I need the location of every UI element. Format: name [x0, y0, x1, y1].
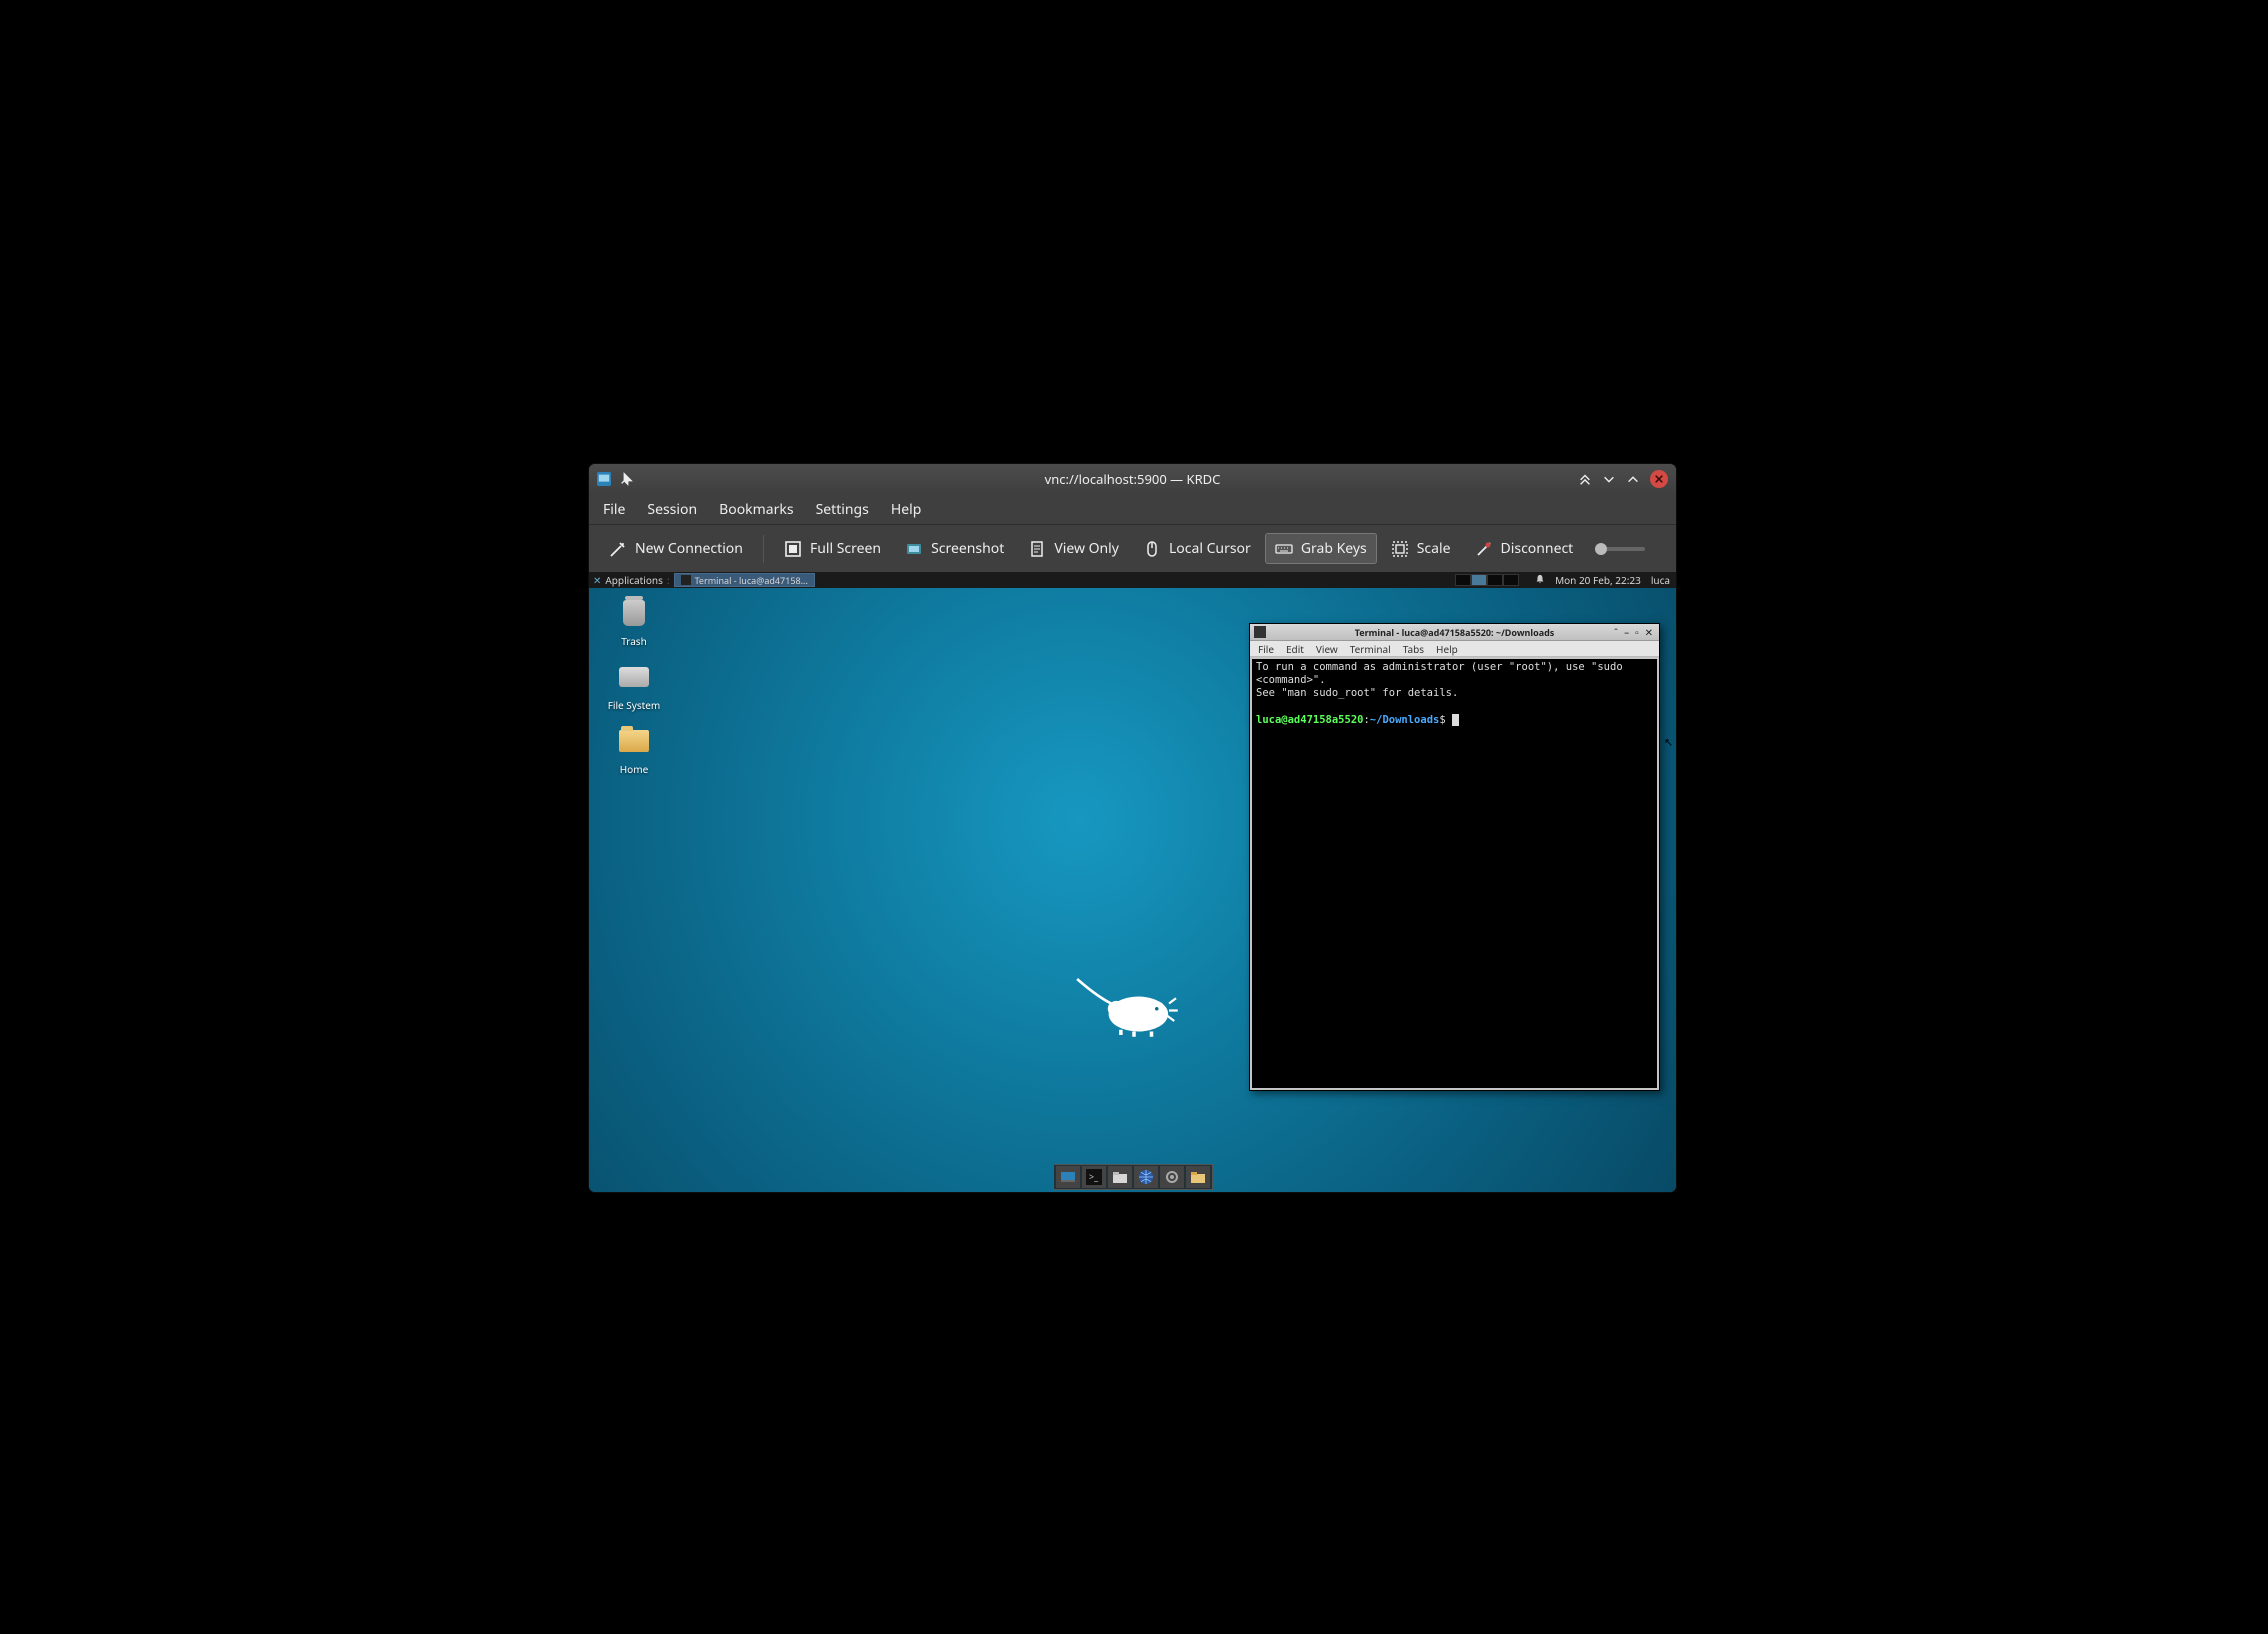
workspace-4[interactable]	[1503, 574, 1519, 586]
term-menu-help[interactable]: Help	[1436, 642, 1458, 656]
pin-icon[interactable]	[619, 472, 633, 486]
term-menu-terminal[interactable]: Terminal	[1350, 642, 1391, 656]
screenshot-icon	[905, 540, 923, 558]
xfce-logo-icon[interactable]: ✕	[593, 573, 601, 587]
icon-label: Trash	[599, 634, 669, 648]
chevron-double-up-icon[interactable]	[1578, 472, 1592, 486]
menu-help[interactable]: Help	[891, 500, 922, 519]
icon-label: File System	[599, 698, 669, 712]
desktop-icon-filesystem[interactable]: File System	[599, 660, 669, 712]
motd-line1: To run a command as administrator (user …	[1256, 661, 1629, 686]
terminal-window[interactable]: Terminal - luca@ad47158a5520: ~/Download…	[1249, 623, 1660, 1091]
btn-label: Local Cursor	[1169, 539, 1251, 558]
term-minimize-icon[interactable]: –	[1624, 625, 1629, 639]
prompt-user: luca@ad47158a5520	[1256, 714, 1363, 726]
panel-separator: :	[667, 573, 670, 587]
krdc-menubar: File Session Bookmarks Settings Help	[589, 494, 1676, 524]
fullscreen-icon	[784, 540, 802, 558]
notification-icon[interactable]	[1535, 573, 1545, 587]
dock-folder[interactable]	[1186, 1166, 1210, 1188]
folder-icon	[619, 730, 649, 752]
workspace-switcher[interactable]	[1455, 574, 1519, 586]
dock-settings[interactable]	[1160, 1166, 1184, 1188]
dock-terminal[interactable]: >_	[1082, 1166, 1106, 1188]
wand-icon	[609, 540, 627, 558]
full-screen-button[interactable]: Full Screen	[774, 533, 891, 564]
terminal-body[interactable]: To run a command as administrator (user …	[1252, 659, 1657, 1088]
dock-show-desktop[interactable]	[1056, 1166, 1080, 1188]
local-cursor-button[interactable]: Local Cursor	[1133, 533, 1261, 564]
terminal-cursor	[1452, 714, 1459, 726]
workspace-2[interactable]	[1471, 574, 1487, 586]
menu-bookmarks[interactable]: Bookmarks	[719, 500, 793, 519]
term-maximize-icon[interactable]: ▫	[1635, 625, 1639, 639]
workspace-1[interactable]	[1455, 574, 1471, 586]
separator	[763, 535, 764, 563]
btn-label: Scale	[1417, 539, 1451, 558]
window-title: vnc://localhost:5900 — KRDC	[589, 470, 1676, 488]
trash-icon	[623, 600, 645, 626]
desktop-icon-trash[interactable]: Trash	[599, 596, 669, 648]
terminal-titlebar[interactable]: Terminal - luca@ad47158a5520: ~/Download…	[1250, 624, 1659, 641]
scale-icon	[1391, 540, 1409, 558]
xfce-mouse-logo	[1069, 972, 1199, 1042]
xfce-dock[interactable]: >_	[1053, 1164, 1213, 1190]
term-close-icon[interactable]: ✕	[1645, 625, 1653, 639]
zoom-slider[interactable]	[1595, 547, 1645, 551]
scale-button[interactable]: Scale	[1381, 533, 1461, 564]
icon-label: Home	[599, 762, 669, 776]
terminal-task-icon	[681, 575, 691, 585]
krdc-toolbar: New Connection Full Screen Screenshot Vi…	[589, 524, 1676, 572]
svg-text:>_: >_	[1089, 1170, 1099, 1183]
document-icon	[1028, 540, 1046, 558]
clock[interactable]: Mon 20 Feb, 22:23	[1555, 573, 1641, 587]
motd-line2: See "man sudo_root" for details.	[1256, 687, 1458, 699]
screenshot-button[interactable]: Screenshot	[895, 533, 1014, 564]
krdc-titlebar[interactable]: vnc://localhost:5900 — KRDC	[589, 464, 1676, 494]
btn-label: Grab Keys	[1301, 539, 1367, 558]
btn-label: Screenshot	[931, 539, 1004, 558]
menu-settings[interactable]: Settings	[816, 500, 869, 519]
prompt-path: ~/Downloads	[1370, 714, 1440, 726]
desktop-icon-home[interactable]: Home	[599, 724, 669, 776]
workspace-3[interactable]	[1487, 574, 1503, 586]
app-icon	[597, 472, 611, 486]
grab-keys-button[interactable]: Grab Keys	[1265, 533, 1377, 564]
btn-label: Disconnect	[1501, 539, 1574, 558]
keyboard-icon	[1275, 540, 1293, 558]
remote-cursor-icon: ↖	[1664, 735, 1673, 750]
term-menu-file[interactable]: File	[1258, 642, 1274, 656]
xfce-top-panel[interactable]: ✕ Applications : Terminal - luca@ad47158…	[589, 572, 1676, 588]
mouse-icon	[1143, 540, 1161, 558]
btn-label: View Only	[1054, 539, 1119, 558]
slider-knob[interactable]	[1595, 543, 1607, 555]
applications-menu[interactable]: Applications	[605, 573, 662, 587]
minimize-icon[interactable]	[1602, 472, 1616, 486]
disconnect-icon	[1475, 540, 1493, 558]
term-shade-icon[interactable]: ˆ	[1614, 625, 1618, 639]
term-menu-edit[interactable]: Edit	[1286, 642, 1304, 656]
dock-browser[interactable]	[1134, 1166, 1158, 1188]
taskbar-terminal[interactable]: Terminal - luca@ad47158...	[674, 573, 815, 587]
user-label[interactable]: luca	[1651, 573, 1670, 587]
disconnect-button[interactable]: Disconnect	[1465, 533, 1584, 564]
drive-icon	[619, 667, 649, 687]
btn-label: New Connection	[635, 539, 743, 558]
maximize-icon[interactable]	[1626, 472, 1640, 486]
remote-desktop[interactable]: ✕ Applications : Terminal - luca@ad47158…	[589, 572, 1676, 1192]
term-menu-view[interactable]: View	[1316, 642, 1338, 656]
krdc-window: vnc://localhost:5900 — KRDC File Session	[589, 464, 1676, 1192]
new-connection-button[interactable]: New Connection	[599, 533, 753, 564]
term-menu-tabs[interactable]: Tabs	[1403, 642, 1424, 656]
view-only-button[interactable]: View Only	[1018, 533, 1129, 564]
prompt-end: $	[1439, 714, 1452, 726]
close-icon[interactable]	[1650, 470, 1668, 488]
menu-file[interactable]: File	[603, 500, 625, 519]
dock-files[interactable]	[1108, 1166, 1132, 1188]
menu-session[interactable]: Session	[647, 500, 697, 519]
btn-label: Full Screen	[810, 539, 881, 558]
terminal-title: Terminal - luca@ad47158a5520: ~/Download…	[1250, 626, 1659, 639]
terminal-menubar: File Edit View Terminal Tabs Help	[1250, 641, 1659, 657]
taskbar-label: Terminal - luca@ad47158...	[695, 574, 808, 587]
